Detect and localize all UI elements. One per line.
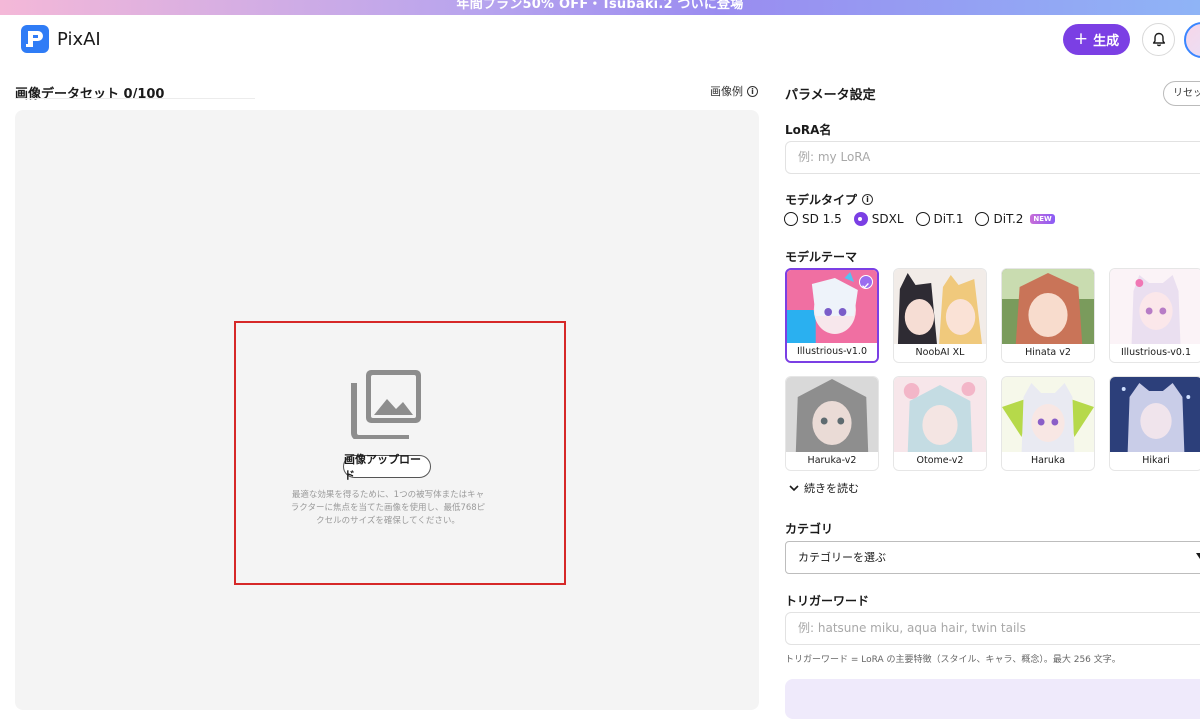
dataset-title: 画像データセット 0/100	[15, 87, 165, 102]
theme-thumbnail	[1110, 377, 1200, 453]
radio-off-icon	[915, 212, 930, 226]
theme-card-haruka[interactable]: Haruka	[1001, 376, 1095, 471]
radio-sdxl[interactable]: SDXL	[853, 212, 904, 226]
theme-name: Illustrious-v1.0	[787, 343, 877, 361]
theme-name: NoobAI XL	[894, 344, 986, 362]
radio-label: DiT.2	[993, 212, 1024, 226]
info-icon: i	[747, 85, 758, 97]
theme-card-hikari[interactable]: Hikari	[1109, 376, 1200, 471]
image-example-label: 画像例	[710, 85, 743, 98]
divider	[15, 98, 255, 99]
bell-icon	[1152, 32, 1165, 47]
read-more-toggle[interactable]: 続きを読む	[789, 480, 859, 496]
theme-name: Otome-v2	[894, 452, 986, 470]
model-theme-label: モデルテーマ	[785, 250, 858, 264]
theme-name: Illustrious-v0.1	[1110, 344, 1200, 362]
radio-dit2[interactable]: DiT.2 NEW	[975, 212, 1055, 226]
theme-thumbnail	[894, 377, 986, 453]
logo[interactable]: PixAI	[21, 25, 101, 53]
model-type-heading: モデルタイプ i	[785, 191, 874, 208]
radio-dit1[interactable]: DiT.1	[915, 212, 964, 226]
new-badge: NEW	[1030, 214, 1055, 224]
theme-thumbnail	[1002, 377, 1094, 453]
top-header: PixAI + 生成	[0, 15, 1200, 67]
lora-name-label: LoRA名	[785, 123, 832, 137]
theme-card-haruka-v2[interactable]: Haruka-v2	[785, 376, 879, 471]
trigger-word-input[interactable]: 例: hatsune miku, aqua hair, twin tails	[785, 612, 1200, 645]
plus-icon: +	[1073, 28, 1089, 49]
lora-name-input[interactable]: 例: my LoRA	[785, 141, 1200, 174]
promo-banner-text: 年間プラン50% OFF・Tsubaki.2 ついに登場	[456, 0, 744, 12]
theme-thumbnail	[1110, 269, 1200, 345]
radio-off-icon	[975, 212, 990, 226]
trigger-word-label: トリガーワード	[785, 594, 870, 608]
radio-label: DiT.1	[933, 212, 964, 226]
upload-image-button[interactable]: 画像アップロード	[343, 453, 431, 482]
caret-down-icon	[1196, 553, 1200, 559]
theme-card-illustrious-v01[interactable]: Illustrious-v0.1	[1109, 268, 1200, 363]
bottom-panel	[785, 679, 1200, 719]
theme-card-illustrious-v1[interactable]: Illustrious-v1.0	[785, 268, 879, 363]
promo-banner[interactable]: 年間プラン50% OFF・Tsubaki.2 ついに登場	[0, 0, 1200, 15]
chevron-down-icon	[789, 484, 799, 491]
model-type-radio-group: SD 1.5 SDXL DiT.1 DiT.2 NEW	[784, 212, 1055, 226]
avatar[interactable]	[1184, 22, 1200, 58]
image-example-link[interactable]: 画像例 i	[710, 83, 758, 99]
read-more-label: 続きを読む	[804, 482, 859, 495]
radio-sd15[interactable]: SD 1.5	[784, 212, 842, 226]
generate-button[interactable]: + 生成	[1063, 24, 1130, 55]
category-select[interactable]: カテゴリーを選ぶ	[785, 541, 1200, 574]
theme-card-noobai-xl[interactable]: NoobAI XL	[893, 268, 987, 363]
theme-name: Haruka-v2	[786, 452, 878, 470]
category-label: カテゴリ	[785, 522, 834, 536]
params-title: パラメータ設定	[785, 88, 876, 103]
logo-text: PixAI	[57, 28, 101, 50]
theme-thumbnail	[1002, 269, 1094, 345]
theme-name: Haruka	[1002, 452, 1094, 470]
theme-thumbnail	[894, 269, 986, 345]
gallery-icon	[351, 370, 421, 439]
reset-button[interactable]: リセット	[1163, 81, 1200, 106]
pixai-logo-icon	[21, 25, 49, 53]
radio-on-icon	[853, 212, 868, 226]
theme-thumbnail	[786, 377, 878, 453]
radio-label: SD 1.5	[802, 212, 842, 226]
upload-hint-text: 最適な効果を得るために、1つの被写体またはキャラクターに焦点を当てた画像を使用し…	[290, 490, 486, 526]
theme-name: Hikari	[1110, 452, 1200, 470]
radio-off-icon	[784, 212, 798, 226]
radio-label: SDXL	[871, 212, 904, 226]
model-type-label: モデルタイプ	[785, 193, 858, 207]
notifications-button[interactable]	[1142, 23, 1175, 56]
theme-card-otome-v2[interactable]: Otome-v2	[893, 376, 987, 471]
check-icon	[859, 275, 873, 289]
info-icon[interactable]: i	[862, 194, 874, 205]
generate-label: 生成	[1093, 34, 1120, 49]
theme-card-hinata-v2[interactable]: Hinata v2	[1001, 268, 1095, 363]
trigger-word-hint: トリガーワード = LoRA の主要特徴（スタイル、キャラ、概念）。最大 256…	[785, 655, 1121, 665]
theme-name: Hinata v2	[1002, 344, 1094, 362]
